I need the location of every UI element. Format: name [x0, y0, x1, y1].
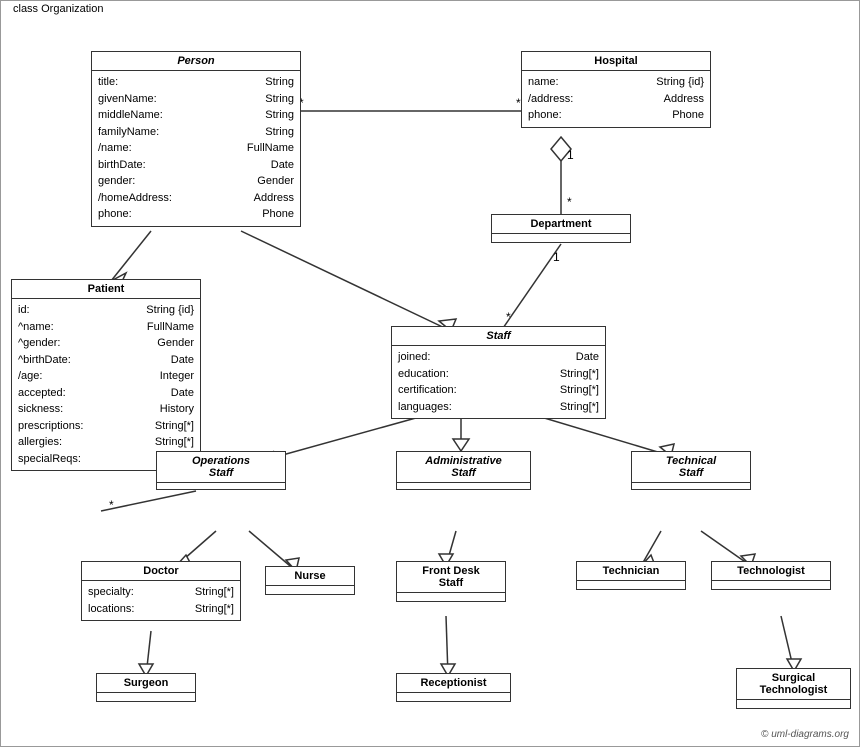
- receptionist-title: Receptionist: [397, 674, 510, 693]
- technician-class: Technician: [576, 561, 686, 590]
- operations-staff-attrs: [157, 483, 285, 489]
- svg-text:*: *: [109, 498, 114, 512]
- technician-title: Technician: [577, 562, 685, 581]
- technologist-attrs: [712, 581, 830, 589]
- hospital-class: Hospital name:String {id} /address:Addre…: [521, 51, 711, 128]
- department-attrs: [492, 234, 630, 242]
- receptionist-class: Receptionist: [396, 673, 511, 702]
- front-desk-staff-attrs: [397, 593, 505, 601]
- nurse-title: Nurse: [266, 567, 354, 586]
- department-title: Department: [492, 215, 630, 234]
- administrative-staff-title: AdministrativeStaff: [397, 452, 530, 483]
- patient-title: Patient: [12, 280, 200, 299]
- technical-staff-title: TechnicalStaff: [632, 452, 750, 483]
- surgical-technologist-title: SurgicalTechnologist: [737, 669, 850, 700]
- administrative-staff-attrs: [397, 483, 530, 489]
- person-class: Person title:String givenName:String mid…: [91, 51, 301, 227]
- doctor-attrs: specialty:String[*] locations:String[*]: [82, 581, 240, 620]
- technical-staff-class: TechnicalStaff: [631, 451, 751, 490]
- surgeon-attrs: [97, 693, 195, 701]
- svg-text:1: 1: [567, 148, 574, 162]
- operations-staff-title: OperationsStaff: [157, 452, 285, 483]
- receptionist-attrs: [397, 693, 510, 701]
- technician-attrs: [577, 581, 685, 589]
- doctor-class: Doctor specialty:String[*] locations:Str…: [81, 561, 241, 621]
- surgeon-class: Surgeon: [96, 673, 196, 702]
- hospital-attrs: name:String {id} /address:Address phone:…: [522, 71, 710, 127]
- hospital-title: Hospital: [522, 52, 710, 71]
- surgical-technologist-class: SurgicalTechnologist: [736, 668, 851, 709]
- technical-staff-attrs: [632, 483, 750, 489]
- svg-text:*: *: [506, 310, 511, 324]
- svg-text:1: 1: [553, 250, 560, 264]
- technologist-title: Technologist: [712, 562, 830, 581]
- person-title: Person: [92, 52, 300, 71]
- patient-attrs: id:String {id} ^name:FullName ^gender:Ge…: [12, 299, 200, 470]
- nurse-attrs: [266, 586, 354, 594]
- copyright: © uml-diagrams.org: [761, 729, 849, 740]
- patient-class: Patient id:String {id} ^name:FullName ^g…: [11, 279, 201, 471]
- surgical-technologist-attrs: [737, 700, 850, 708]
- svg-text:*: *: [567, 195, 572, 209]
- staff-title: Staff: [392, 327, 605, 346]
- staff-attrs: joined:Date education:String[*] certific…: [392, 346, 605, 418]
- administrative-staff-class: AdministrativeStaff: [396, 451, 531, 490]
- front-desk-staff-title: Front DeskStaff: [397, 562, 505, 593]
- staff-class: Staff joined:Date education:String[*] ce…: [391, 326, 606, 419]
- operations-staff-class: OperationsStaff: [156, 451, 286, 490]
- diagram-title: class Organization: [9, 3, 108, 15]
- technologist-class: Technologist: [711, 561, 831, 590]
- front-desk-staff-class: Front DeskStaff: [396, 561, 506, 602]
- doctor-title: Doctor: [82, 562, 240, 581]
- surgeon-title: Surgeon: [97, 674, 195, 693]
- nurse-class: Nurse: [265, 566, 355, 595]
- diagram-container: class Organization * * 1 * 1 * * *: [0, 0, 860, 747]
- person-attrs: title:String givenName:String middleName…: [92, 71, 300, 226]
- department-class: Department: [491, 214, 631, 243]
